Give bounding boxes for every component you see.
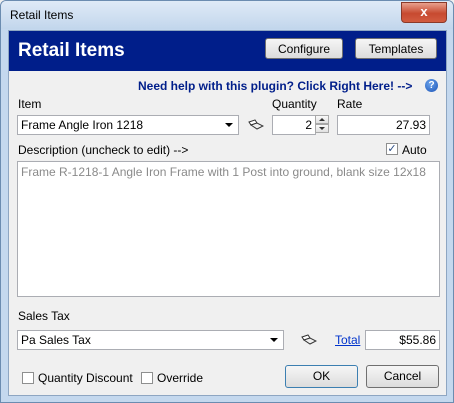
total-field: $55.86	[365, 330, 440, 350]
override-label: Override	[157, 371, 204, 385]
book-icon[interactable]	[248, 119, 264, 131]
description-label: Description (uncheck to edit) -->	[18, 143, 189, 157]
quantity-discount-label: Quantity Discount	[38, 371, 133, 385]
spin-down-icon[interactable]	[315, 124, 329, 133]
rate-value: 27.93	[395, 118, 426, 132]
total-link[interactable]: Total	[335, 333, 360, 347]
rate-label: Rate	[337, 97, 363, 111]
auto-checkbox[interactable]: ✓	[386, 143, 398, 155]
close-icon: x	[420, 4, 428, 19]
cancel-button[interactable]: Cancel	[366, 365, 439, 388]
chevron-down-icon	[270, 338, 278, 342]
title-bar[interactable]: Retail Items x	[1, 1, 453, 29]
header-banner: Retail Items Configure Templates	[9, 31, 446, 71]
templates-button[interactable]: Templates	[355, 38, 437, 59]
sales-tax-value: Pa Sales Tax	[21, 333, 91, 347]
rate-field[interactable]: 27.93	[337, 115, 430, 135]
dialog-window: Retail Items x Retail Items Configure Te…	[0, 0, 454, 403]
quantity-field[interactable]: 2	[272, 115, 316, 135]
item-label: Item	[18, 97, 42, 111]
help-icon[interactable]: ?	[425, 79, 438, 92]
quantity-discount-checkbox[interactable]	[22, 372, 34, 384]
book-icon[interactable]	[301, 334, 317, 346]
description-text: Frame R-1218-1 Angle Iron Frame with 1 P…	[21, 165, 426, 179]
total-value: $55.86	[399, 333, 436, 347]
item-dropdown-value: Frame Angle Iron 1218	[21, 118, 144, 132]
chevron-down-icon	[225, 123, 233, 127]
description-textarea[interactable]: Frame R-1218-1 Angle Iron Frame with 1 P…	[17, 161, 440, 297]
spin-up-icon[interactable]	[315, 115, 329, 124]
ok-button[interactable]: OK	[285, 365, 358, 388]
sales-tax-dropdown[interactable]: Pa Sales Tax	[17, 330, 284, 350]
close-button[interactable]: x	[401, 2, 447, 23]
dialog-body: Retail Items Configure Templates Need he…	[8, 30, 447, 396]
item-dropdown[interactable]: Frame Angle Iron 1218	[17, 115, 239, 135]
quantity-label: Quantity	[272, 97, 317, 111]
override-checkbox[interactable]	[141, 372, 153, 384]
page-title: Retail Items	[18, 40, 125, 61]
quantity-value: 2	[305, 118, 312, 132]
help-link[interactable]: Need help with this plugin? Click Right …	[138, 79, 412, 93]
window-title: Retail Items	[10, 8, 74, 22]
auto-label: Auto	[402, 143, 427, 157]
sales-tax-label: Sales Tax	[18, 309, 70, 323]
quantity-stepper[interactable]	[315, 115, 329, 135]
configure-button[interactable]: Configure	[265, 38, 343, 59]
